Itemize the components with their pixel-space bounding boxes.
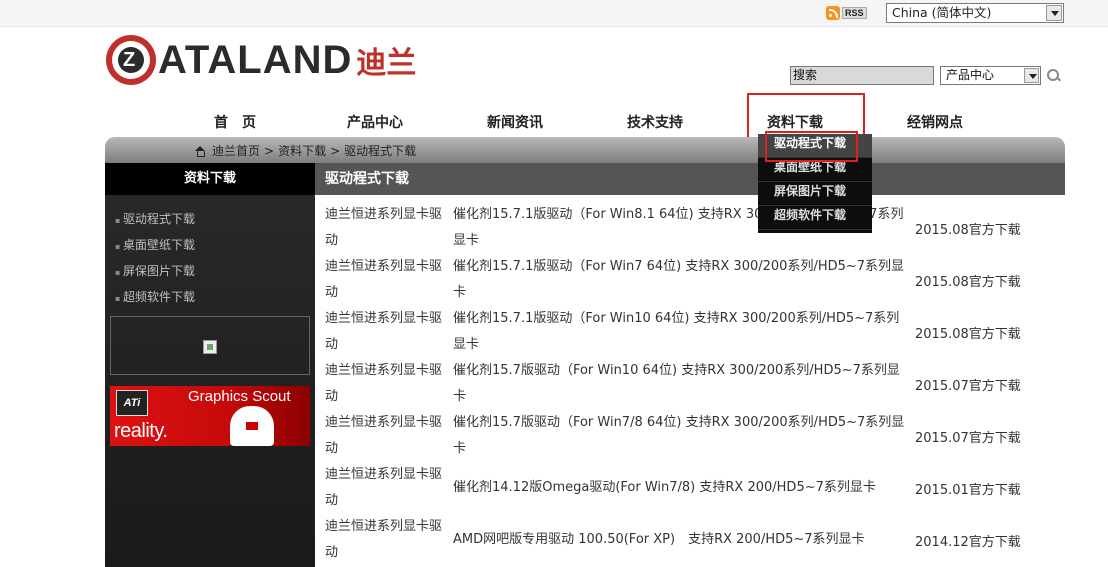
site-logo[interactable]: Z ATALAND 迪兰 <box>106 35 416 85</box>
rss-icon <box>826 6 840 20</box>
search-category-select[interactable]: 产品中心 <box>940 66 1041 85</box>
row-series[interactable]: 迪兰恒进系列显卡驱动 <box>325 410 447 462</box>
nav-item-products[interactable]: 产品中心 <box>305 112 445 132</box>
nav-item-dealers[interactable]: 经销网点 <box>865 112 1005 132</box>
row-series[interactable]: 迪兰恒进系列显卡驱动 <box>325 202 447 254</box>
dropdown-item-screensavers[interactable]: 屏保图片下载 <box>758 182 872 206</box>
logo-text: ATALAND <box>158 37 353 82</box>
row-title[interactable]: 催化剂15.7版驱动（For Win10 64位) 支持RX 300/200系列… <box>453 358 911 410</box>
language-select[interactable]: China (简体中文) <box>886 3 1064 23</box>
banner-title: Graphics Scout <box>188 388 291 405</box>
nav-item-support[interactable]: 技术支持 <box>585 112 725 132</box>
row-date[interactable]: 2015.07官方下载 <box>915 358 1021 410</box>
download-list: 迪兰恒进系列显卡驱动 催化剂15.7.1版驱动（For Win8.1 64位) … <box>315 195 1065 566</box>
row-date[interactable]: 2015.08官方下载 <box>915 202 1021 254</box>
home-icon <box>195 145 206 157</box>
rss-link[interactable]: RSS <box>826 6 867 20</box>
row-series[interactable]: 迪兰恒进系列显卡驱动 <box>325 514 447 566</box>
table-row: 迪兰恒进系列显卡驱动 催化剂15.7.1版驱动（For Win8.1 64位) … <box>315 202 1065 254</box>
row-date[interactable]: 2015.01官方下载 <box>915 462 1021 514</box>
sidebar-item-drivers[interactable]: 驱动程式下载 <box>115 206 315 232</box>
rss-label: RSS <box>842 7 867 19</box>
row-title[interactable]: AMD网吧版专用驱动 100.50(For XP) 支持RX 200/HD5~7… <box>453 514 911 566</box>
table-row: 迪兰恒进系列显卡驱动 催化剂15.7.1版驱动（For Win7 64位) 支持… <box>315 254 1065 306</box>
row-series[interactable]: 迪兰恒进系列显卡驱动 <box>325 254 447 306</box>
broken-image-icon <box>203 340 217 354</box>
sidebar: 资料下载 驱动程式下载 桌面壁纸下载 屏保图片下载 超频软件下载 ATi Gra… <box>105 163 315 567</box>
row-date[interactable]: 2015.07官方下载 <box>915 410 1021 462</box>
content-title: 驱动程式下载 <box>315 163 1065 195</box>
table-row: 迪兰恒进系列显卡驱动 AMD网吧版专用驱动 100.50(For XP) 支持R… <box>315 514 1065 566</box>
search-icon[interactable] <box>1047 69 1061 83</box>
dropdown-highlight-box <box>765 131 858 162</box>
row-series[interactable]: 迪兰恒进系列显卡驱动 <box>325 306 447 358</box>
table-row: 迪兰恒进系列显卡驱动 催化剂15.7.1版驱动（For Win10 64位) 支… <box>315 306 1065 358</box>
sidebar-list: 驱动程式下载 桌面壁纸下载 屏保图片下载 超频软件下载 <box>105 206 315 310</box>
row-title[interactable]: 催化剂14.12版Omega驱动(For Win7/8) 支持RX 200/HD… <box>453 462 911 514</box>
chevron-down-icon[interactable] <box>1024 68 1039 83</box>
search-input[interactable]: 搜索 <box>790 66 934 85</box>
nav-item-home[interactable]: 首 页 <box>165 112 305 132</box>
chevron-down-icon[interactable] <box>1046 5 1062 21</box>
logo-letter: Z <box>123 49 136 71</box>
broken-image[interactable] <box>110 316 310 375</box>
robot-icon <box>230 406 274 446</box>
content-panel: 驱动程式下载 迪兰恒进系列显卡驱动 催化剂15.7.1版驱动（For Win8.… <box>315 163 1065 567</box>
sidebar-item-overclock[interactable]: 超频软件下载 <box>115 284 315 310</box>
breadcrumb-separator: > <box>264 143 275 158</box>
ati-logo: ATi <box>116 390 148 416</box>
row-series[interactable]: 迪兰恒进系列显卡驱动 <box>325 358 447 410</box>
nav-item-news[interactable]: 新闻资讯 <box>445 112 585 132</box>
breadcrumb-home[interactable]: 迪兰首页 <box>212 142 260 159</box>
table-row: 迪兰恒进系列显卡驱动 催化剂15.7版驱动（For Win7/8 64位) 支持… <box>315 410 1065 462</box>
row-title[interactable]: 催化剂15.7.1版驱动（For Win10 64位) 支持RX 300/200… <box>453 306 911 358</box>
breadcrumb-separator: > <box>330 143 341 158</box>
row-series[interactable]: 迪兰恒进系列显卡驱动 <box>325 462 447 514</box>
row-date[interactable]: 2015.08官方下载 <box>915 254 1021 306</box>
search-category-value: 产品中心 <box>946 68 995 82</box>
table-row: 迪兰恒进系列显卡驱动 催化剂15.7版驱动（For Win10 64位) 支持R… <box>315 358 1065 410</box>
banner-tagline: reality. <box>114 420 168 442</box>
sidebar-title: 资料下载 <box>105 163 315 195</box>
row-date[interactable]: 2015.08官方下载 <box>915 306 1021 358</box>
main-area: 资料下载 驱动程式下载 桌面壁纸下载 屏保图片下载 超频软件下载 ATi Gra… <box>105 163 1065 567</box>
dropdown-item-overclock[interactable]: 超频软件下载 <box>758 206 872 230</box>
logo-mark-icon: Z <box>106 35 156 85</box>
breadcrumb: 迪兰首页 > 资料下载 > 驱动程式下载 <box>195 142 416 159</box>
breadcrumb-downloads[interactable]: 资料下载 <box>278 142 326 159</box>
ati-banner[interactable]: ATi Graphics Scout reality. <box>110 386 310 446</box>
language-value: China (简体中文) <box>892 5 992 20</box>
logo-cn-text: 迪兰 <box>356 46 417 81</box>
breadcrumb-current[interactable]: 驱动程式下载 <box>344 142 416 159</box>
sidebar-item-screensavers[interactable]: 屏保图片下载 <box>115 258 315 284</box>
row-title[interactable]: 催化剂15.7.1版驱动（For Win7 64位) 支持RX 300/200系… <box>453 254 911 306</box>
row-date[interactable]: 2014.12官方下载 <box>915 514 1021 566</box>
top-bar: RSS China (简体中文) <box>0 0 1108 27</box>
sidebar-item-wallpapers[interactable]: 桌面壁纸下载 <box>115 232 315 258</box>
table-row: 迪兰恒进系列显卡驱动 催化剂14.12版Omega驱动(For Win7/8) … <box>315 462 1065 514</box>
row-title[interactable]: 催化剂15.7版驱动（For Win7/8 64位) 支持RX 300/200系… <box>453 410 911 462</box>
